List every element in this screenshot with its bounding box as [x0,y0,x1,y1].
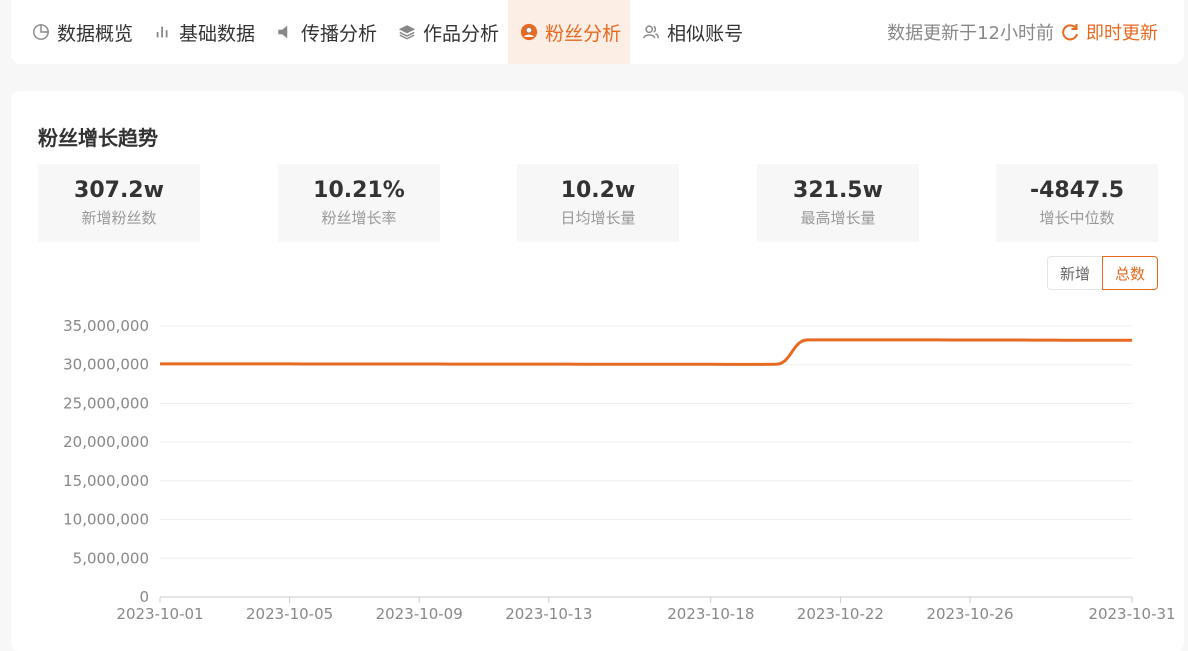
x-tick-label: 2023-10-22 [797,605,884,623]
x-tick-label: 2023-10-01 [116,605,203,623]
fans-growth-line-chart[interactable]: 0 5,000,000 10,000,000 15,000,000 20,000,000… [0,0,1188,639]
x-tick-label: 2023-10-26 [926,605,1013,623]
y-tick-label: 30,000,000 [63,356,149,374]
y-tick-label: 15,000,000 [63,472,149,490]
x-tick-label: 2023-10-13 [505,605,592,623]
y-tick-label: 10,000,000 [63,511,149,529]
y-tick-label: 25,000,000 [63,394,149,412]
y-tick-label: 20,000,000 [63,433,149,451]
y-tick-label: 5,000,000 [73,549,149,567]
y-tick-label: 35,000,000 [63,317,149,335]
y-tick-label: 0 [139,588,149,606]
x-tick-label: 2023-10-05 [246,605,333,623]
series-line-total-fans [160,340,1132,365]
x-tick-label: 2023-10-09 [376,605,463,623]
x-tick-label: 2023-10-18 [667,605,754,623]
x-tick-label: 2023-10-31 [1088,605,1175,623]
